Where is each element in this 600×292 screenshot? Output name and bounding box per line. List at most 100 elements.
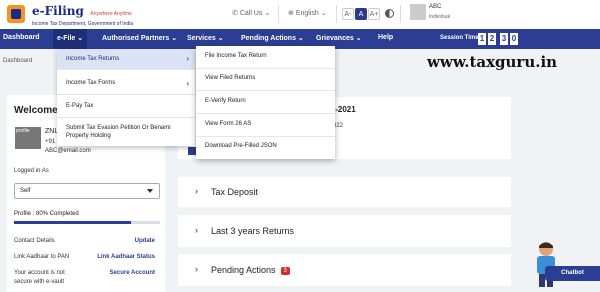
last-3-years-card[interactable]: › Last 3 years Returns bbox=[178, 215, 511, 247]
account-security-label-cont: secure with e-vault bbox=[14, 279, 65, 285]
chevron-down-icon: ⌄ bbox=[171, 35, 178, 42]
nav-dashboard[interactable]: Dashboard bbox=[3, 34, 40, 41]
menu-divider bbox=[196, 90, 335, 91]
phone-icon: ✆ bbox=[232, 10, 238, 17]
menu-divider bbox=[196, 113, 335, 114]
menu-e-verify-return[interactable]: E-Verify Return bbox=[205, 98, 246, 104]
nav-pending-actions[interactable]: Pending Actions ⌄ bbox=[241, 34, 304, 42]
nav-pending-actions-label: Pending Actions bbox=[241, 35, 296, 42]
breadcrumb[interactable]: Dashboard bbox=[3, 58, 32, 64]
income-tax-returns-submenu: File Income Tax Return View Filed Return… bbox=[196, 46, 335, 159]
globe-icon: ⊕ bbox=[288, 10, 294, 17]
tax-deposit-card[interactable]: › Tax Deposit bbox=[178, 177, 511, 207]
caret-down-icon bbox=[147, 189, 153, 193]
last-3-years-title: Last 3 years Returns bbox=[211, 226, 295, 236]
pending-actions-card[interactable]: › Pending Actions 3 bbox=[178, 254, 511, 286]
watermark-text: www.taxguru.in bbox=[427, 53, 558, 71]
menu-divider bbox=[196, 136, 335, 137]
profile-progress-bar bbox=[14, 221, 160, 224]
header-divider bbox=[278, 5, 279, 23]
chatbot-button[interactable]: Chatbot bbox=[545, 266, 600, 281]
font-increase-button[interactable]: A+ bbox=[368, 8, 380, 20]
user-role: Individual bbox=[429, 14, 451, 20]
menu-tax-evasion-label-cont: Property Holding bbox=[66, 133, 111, 139]
font-normal-button[interactable]: A bbox=[355, 8, 367, 20]
profile-phone: +91 bbox=[45, 139, 56, 145]
nav-services[interactable]: Services ⌄ bbox=[187, 34, 224, 42]
link-aadhaar-label: Link Aadhaar to PAN bbox=[14, 254, 70, 260]
nav-grievances-label: Grievances bbox=[316, 35, 354, 42]
font-decrease-button[interactable]: A- bbox=[342, 8, 354, 20]
contact-details-label: Contact Details bbox=[14, 238, 55, 244]
chevron-right-icon: › bbox=[195, 225, 198, 235]
menu-download-prefilled-json[interactable]: Download Pre-Filled JSON bbox=[205, 143, 277, 149]
chevron-down-icon: ⌄ bbox=[77, 35, 84, 42]
nav-grievances[interactable]: Grievances ⌄ bbox=[316, 34, 362, 42]
logged-in-as-value: Self bbox=[20, 188, 31, 194]
language-label: English bbox=[295, 10, 319, 17]
profile-email: ABC@email.com bbox=[45, 148, 91, 154]
user-avatar[interactable] bbox=[410, 4, 426, 20]
call-us-label: Call Us bbox=[239, 10, 263, 17]
chevron-down-icon: ⌄ bbox=[297, 35, 304, 42]
nav-help[interactable]: Help bbox=[378, 34, 393, 41]
nav-efile-label: e-File bbox=[57, 35, 76, 42]
chevron-down-icon: ⌄ bbox=[217, 35, 224, 42]
menu-income-tax-forms[interactable]: Income Tax Forms › bbox=[57, 79, 195, 88]
account-security-label: Your account is not bbox=[14, 270, 65, 276]
user-name[interactable]: ABC bbox=[429, 4, 441, 10]
pending-actions-title: Pending Actions 3 bbox=[211, 265, 290, 275]
pending-count-badge: 3 bbox=[280, 266, 290, 275]
brand-subtitle: Income Tax Department, Government of Ind… bbox=[32, 21, 134, 27]
efiling-logo-icon[interactable] bbox=[4, 2, 28, 26]
profile-completion-label: Profile : 80% Completed bbox=[14, 211, 79, 217]
pending-actions-label: Pending Actions bbox=[211, 265, 276, 275]
efile-dropdown-menu: Income Tax Returns › Income Tax Forms › … bbox=[57, 49, 195, 146]
menu-income-tax-forms-label: Income Tax Forms bbox=[66, 80, 116, 86]
header-divider bbox=[336, 5, 337, 23]
chevron-right-icon: › bbox=[186, 54, 189, 63]
nav-efile[interactable]: e-File ⌄ bbox=[53, 29, 88, 49]
header-divider bbox=[400, 5, 401, 23]
link-aadhaar-status-link[interactable]: Link Aadhaar Status bbox=[97, 254, 155, 260]
chevron-right-icon: › bbox=[195, 264, 198, 274]
menu-income-tax-returns[interactable]: Income Tax Returns › bbox=[57, 49, 195, 69]
brand-title: e-Filing bbox=[32, 4, 84, 18]
menu-file-income-tax-return[interactable]: File Income Tax Return bbox=[205, 53, 267, 59]
menu-divider bbox=[196, 68, 335, 69]
menu-divider bbox=[57, 94, 195, 95]
brand-block[interactable]: e-Filing Anywhere Anytime Income Tax Dep… bbox=[32, 2, 133, 27]
profile-picture[interactable]: profile bbox=[15, 127, 41, 149]
contrast-toggle-icon[interactable] bbox=[385, 9, 394, 18]
nav-authorised-partners-label: Authorised Partners bbox=[102, 35, 170, 42]
top-header: e-Filing Anywhere Anytime Income Tax Dep… bbox=[0, 0, 600, 29]
menu-tax-evasion-petition[interactable]: Submit Tax Evasion Petition Or Benami Pr… bbox=[57, 125, 195, 139]
session-digit: 3 bbox=[500, 33, 508, 45]
tax-deposit-title: Tax Deposit bbox=[211, 187, 259, 197]
chevron-right-icon: › bbox=[186, 79, 189, 88]
session-digit: 2 bbox=[488, 33, 496, 45]
menu-tax-evasion-label: Submit Tax Evasion Petition Or Benami bbox=[66, 125, 171, 131]
logged-in-as-select[interactable]: Self bbox=[14, 183, 160, 199]
profile-progress-fill bbox=[14, 221, 131, 224]
menu-e-pay-tax[interactable]: E-Pay Tax bbox=[57, 103, 195, 109]
menu-divider bbox=[57, 69, 195, 70]
menu-income-tax-returns-label: Income Tax Returns bbox=[66, 56, 120, 62]
menu-view-form-26as[interactable]: View Form 26 AS bbox=[205, 121, 251, 127]
profile-picture-alt: profile bbox=[16, 128, 30, 134]
nav-authorised-partners[interactable]: Authorised Partners ⌄ bbox=[102, 34, 177, 42]
logged-in-as-label: Logged in As bbox=[14, 168, 49, 174]
session-digit: 0 bbox=[510, 33, 518, 45]
secure-account-link[interactable]: Secure Account bbox=[110, 270, 155, 276]
chevron-down-icon: ⌄ bbox=[320, 10, 327, 17]
update-link[interactable]: Update bbox=[135, 238, 155, 244]
language-select[interactable]: ⊕ English ⌄ bbox=[288, 9, 327, 17]
call-us-link[interactable]: ✆ Call Us ⌄ bbox=[232, 9, 270, 17]
nav-services-label: Services bbox=[187, 35, 216, 42]
session-time-label: Session Time bbox=[440, 35, 479, 41]
menu-divider bbox=[57, 117, 195, 118]
chevron-right-icon: › bbox=[195, 186, 198, 196]
menu-view-filed-returns[interactable]: View Filed Returns bbox=[205, 75, 255, 81]
brand-tagline: Anywhere Anytime bbox=[90, 11, 132, 17]
session-digit: 1 bbox=[478, 33, 486, 45]
